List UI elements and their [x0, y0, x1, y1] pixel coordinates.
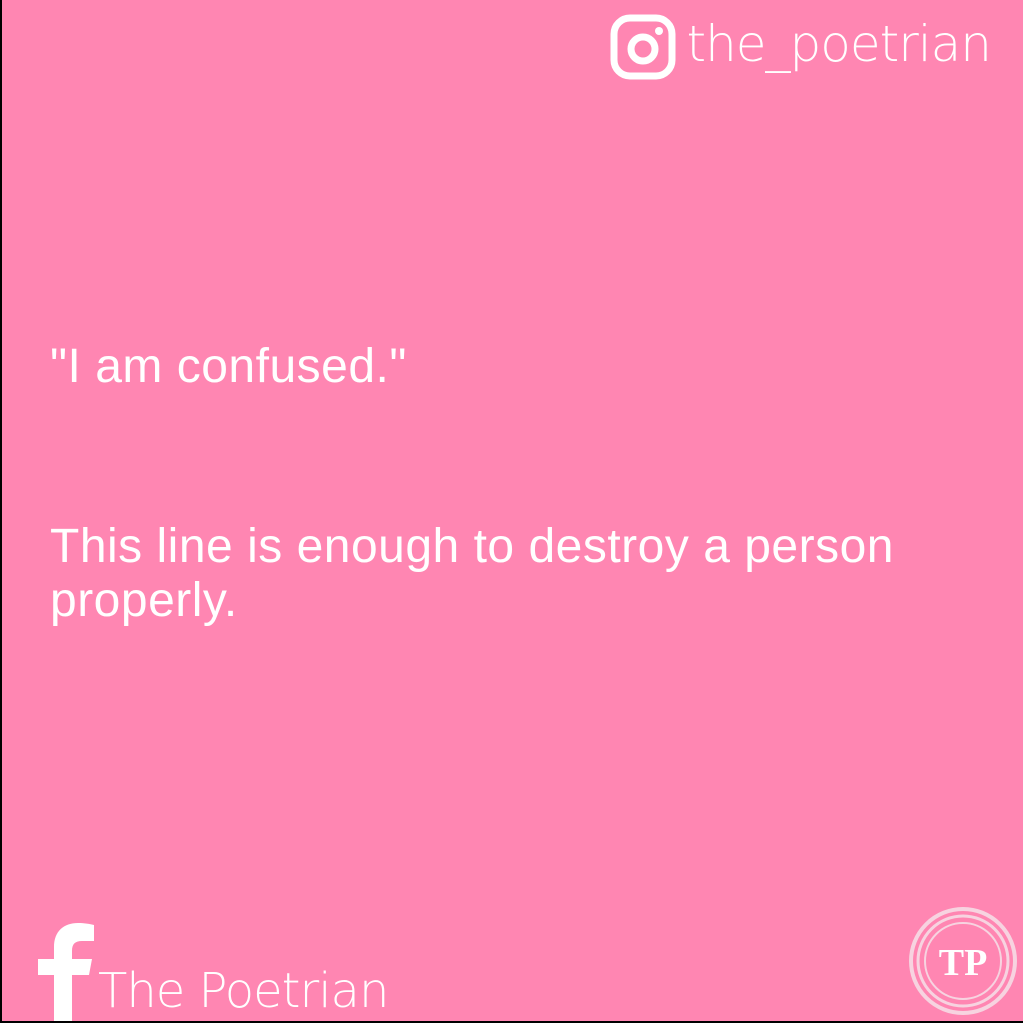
facebook-page-name: The Poetrian — [98, 963, 389, 1019]
quote-line-2: This line is enough to destroy a person … — [50, 520, 894, 627]
quote-line-1: "I am confused." — [50, 340, 407, 393]
quote-card: the_poetrian "I am confused." This line … — [2, 0, 1023, 1021]
instagram-icon — [610, 14, 676, 80]
quote-text-block: "I am confused." This line is enough to … — [50, 340, 990, 628]
instagram-handle-badge: the_poetrian — [610, 14, 992, 80]
facebook-icon — [38, 923, 94, 1021]
tp-logo: TP — [909, 907, 1017, 1015]
tp-logo-text: TP — [939, 942, 988, 984]
instagram-handle-text: the_poetrian — [686, 15, 992, 73]
facebook-page-badge: The Poetrian — [32, 923, 389, 1021]
